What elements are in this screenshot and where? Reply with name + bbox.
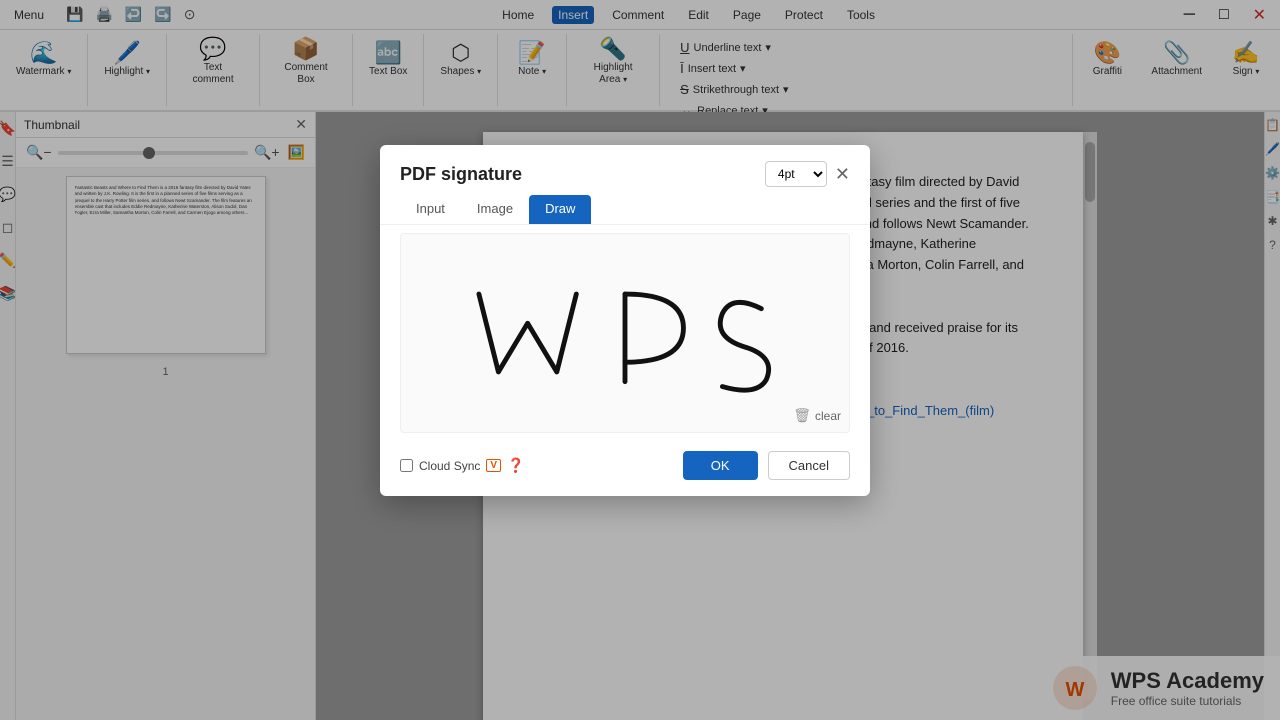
size-select[interactable]: 2pt 4pt 6pt 8pt 10pt	[765, 161, 827, 187]
modal-overlay: PDF signature 2pt 4pt 6pt 8pt 10pt ✕ Inp…	[0, 0, 1280, 720]
cloud-sync-checkbox[interactable]	[400, 459, 413, 472]
clear-label[interactable]: clear	[815, 409, 841, 423]
signature-svg	[401, 234, 849, 432]
pdf-signature-modal: PDF signature 2pt 4pt 6pt 8pt 10pt ✕ Inp…	[380, 145, 870, 496]
modal-actions: OK Cancel	[683, 451, 850, 480]
cancel-button[interactable]: Cancel	[768, 451, 850, 480]
wps-badge: V	[486, 459, 501, 472]
modal-tab-input[interactable]: Input	[400, 195, 461, 224]
ok-button[interactable]: OK	[683, 451, 758, 480]
signature-canvas[interactable]: 🗑 clear	[400, 233, 850, 433]
modal-title: PDF signature	[400, 164, 522, 185]
cloud-sync-label: Cloud Sync	[419, 459, 480, 473]
modal-close-button[interactable]: ✕	[835, 164, 850, 185]
modal-tab-image[interactable]: Image	[461, 195, 529, 224]
modal-tabs: Input Image Draw	[380, 195, 870, 225]
help-icon[interactable]: ❓	[507, 457, 524, 474]
modal-header: PDF signature 2pt 4pt 6pt 8pt 10pt ✕	[380, 145, 870, 195]
clear-icon[interactable]: 🗑	[793, 407, 811, 424]
canvas-toolbar: 🗑 clear	[793, 407, 841, 424]
modal-footer: Cloud Sync V ❓ OK Cancel	[380, 441, 870, 496]
modal-tab-draw[interactable]: Draw	[529, 195, 591, 224]
cloud-sync-section: Cloud Sync V ❓	[400, 457, 524, 474]
